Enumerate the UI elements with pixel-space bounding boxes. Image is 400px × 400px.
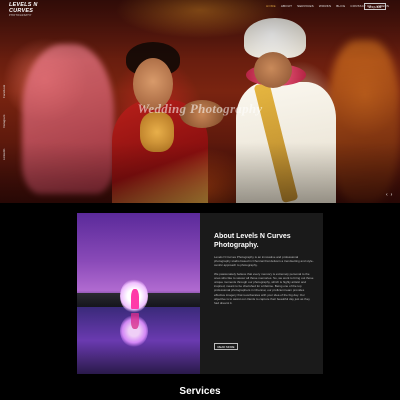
- menu-item-works[interactable]: WORKS: [319, 4, 331, 8]
- about-paragraph: Levels N Curves Photography is an innova…: [214, 255, 314, 268]
- photo-figure-reflection: [131, 313, 139, 329]
- about-section: About Levels N Curves Photography. Level…: [77, 213, 323, 374]
- hero-title: Wedding Photography: [137, 101, 263, 116]
- about-text-block: About Levels N Curves Photography. Level…: [214, 233, 314, 305]
- services-heading: Services: [179, 386, 221, 397]
- about-title: About Levels N Curves Photography.: [214, 233, 291, 249]
- about-photo: [77, 213, 200, 374]
- linkedin-link[interactable]: LinkedIn: [2, 149, 6, 160]
- photo-figure: [131, 289, 139, 309]
- facebook-link[interactable]: Facebook: [2, 85, 6, 98]
- menu-item-blog[interactable]: BLOG: [336, 4, 345, 8]
- hero-banner: Wedding Photography Facebook Instagram L…: [0, 0, 400, 203]
- slider-arrows: ‹ ›: [386, 193, 392, 198]
- menu-item-home[interactable]: HOME: [266, 4, 276, 8]
- about-paragraph: We passionately believe that every memor…: [214, 271, 314, 306]
- menu-item-services[interactable]: SERVICES: [297, 4, 314, 8]
- site-logo[interactable]: LEVELS N CURVES PHOTOGRAPHY: [9, 2, 49, 17]
- top-navigation: LEVELS N CURVES PHOTOGRAPHY HOME ABOUT S…: [0, 0, 400, 17]
- instagram-link[interactable]: Instagram: [2, 115, 6, 128]
- next-arrow-icon[interactable]: ›: [391, 193, 393, 198]
- logo-sub-text: PHOTOGRAPHY: [9, 14, 32, 17]
- menu-item-about[interactable]: ABOUT: [281, 4, 292, 8]
- social-links: Facebook Instagram LinkedIn: [2, 70, 8, 160]
- read-more-button[interactable]: READ MORE: [214, 343, 238, 350]
- enquire-button[interactable]: ENQUIRE: [364, 3, 386, 10]
- prev-arrow-icon[interactable]: ‹: [386, 193, 388, 198]
- logo-main-text: LEVELS N CURVES: [9, 2, 38, 14]
